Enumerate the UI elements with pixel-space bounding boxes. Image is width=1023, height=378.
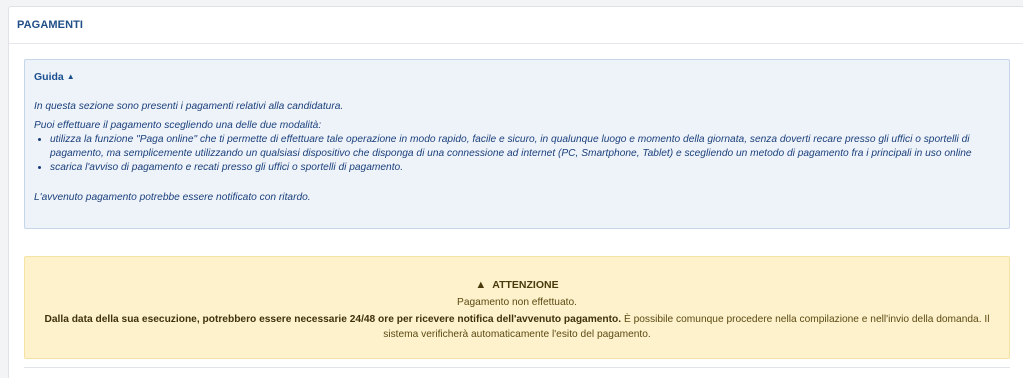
guide-note: L'avvenuto pagamento potrebbe essere not… <box>34 192 311 203</box>
panel-header: PAGAMENTI <box>9 7 1023 44</box>
guide-intro: In questa sezione sono presenti i pagame… <box>34 101 344 112</box>
divider <box>24 367 1010 368</box>
guide-methods-list: utilizza la funzione "Paga online" che t… <box>34 133 1000 175</box>
guide-methods-intro: Puoi effettuare il pagamento scegliendo … <box>34 120 322 131</box>
alert-note: Dalla data della sua esecuzione, potrebb… <box>37 312 997 342</box>
list-item: utilizza la funzione "Paga online" che t… <box>50 133 1000 161</box>
caret-up-icon: ▲ <box>66 72 75 81</box>
list-item: scarica l'avviso di pagamento e recati p… <box>50 161 1000 175</box>
panel-title: PAGAMENTI <box>17 19 84 31</box>
alert-status: Pagamento non effettuato. <box>457 297 577 308</box>
guide-box: Guida ▲ In questa sezione sono presenti … <box>24 59 1010 229</box>
alert-note-bold: Dalla data della sua esecuzione, potrebb… <box>44 314 622 325</box>
guide-toggle[interactable]: Guida ▲ <box>34 70 75 84</box>
guide-toggle-label: Guida <box>34 71 64 83</box>
warning-alert: ▲ ATTENZIONE Pagamento non effettuato. D… <box>24 256 1010 359</box>
payments-panel: PAGAMENTI Guida ▲ In questa sezione sono… <box>8 6 1023 378</box>
alert-title-text: ATTENZIONE <box>492 279 559 291</box>
warning-icon: ▲ <box>475 279 487 291</box>
alert-title: ▲ ATTENZIONE <box>475 278 558 293</box>
